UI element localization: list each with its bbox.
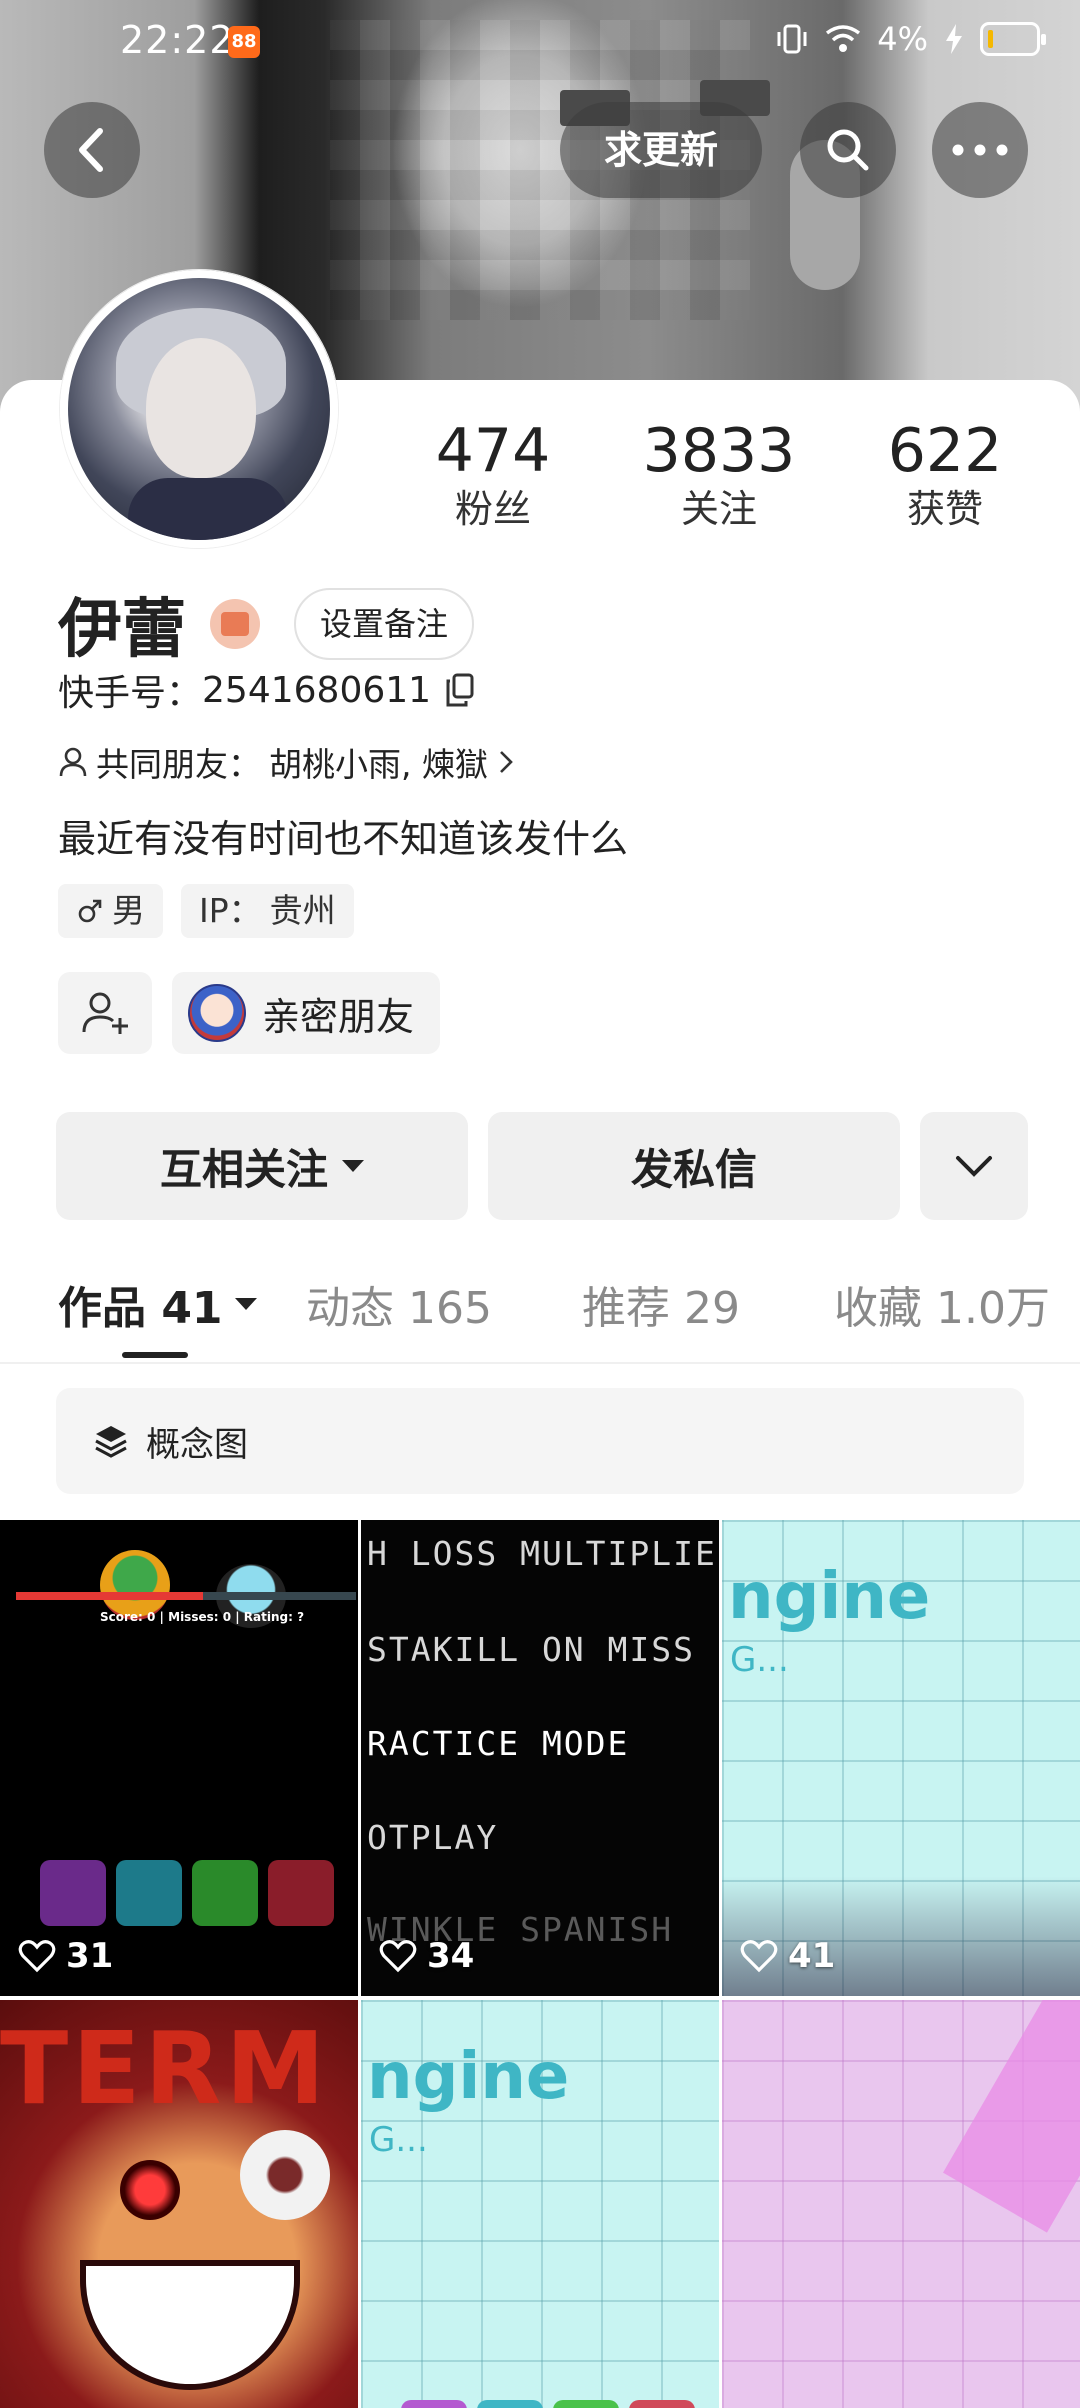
tab-recommended[interactable]: 推荐 29 [582, 1272, 740, 1336]
video-tile[interactable] [722, 2000, 1080, 2408]
kuaishou-id-label: 快手号： [58, 673, 203, 714]
tile-text-line: OTPLAY [367, 1818, 499, 1857]
stat-likes[interactable]: 622 获赞 [832, 418, 1058, 534]
stat-value: 622 [887, 416, 1003, 486]
stat-label: 获赞 [906, 487, 983, 531]
status-bar: 22:22 88 4% [0, 0, 1080, 84]
add-friend-button[interactable] [58, 972, 152, 1054]
tile-text-line: STAKILL ON MISS [367, 1630, 696, 1669]
ip-label: IP： [199, 891, 262, 930]
stat-label: 关注 [680, 487, 757, 531]
kuaishou-id: 2541680611 [202, 669, 432, 711]
layers-icon [95, 1426, 127, 1458]
gender-tag: 男 [58, 884, 163, 938]
dropdown-triangle-icon [342, 1160, 364, 1172]
tab-favorites[interactable]: 收藏 1.0万 [834, 1272, 1050, 1336]
kuaishou-id-row: 快手号： 2541680611 [58, 664, 475, 716]
divider [0, 1362, 1080, 1364]
stat-following[interactable]: 3833 关注 [606, 418, 832, 534]
video-tile[interactable]: ngine G... 41 [722, 1520, 1080, 1996]
tile-likes: 41 [740, 1936, 835, 1976]
gender-text: 男 [112, 891, 145, 930]
add-person-icon [82, 992, 128, 1034]
heart-icon [740, 1940, 778, 1973]
status-time: 22:22 [120, 18, 235, 62]
tab-moments[interactable]: 动态 165 [306, 1272, 492, 1336]
profile-bio: 最近有没有时间也不知道该发什么 [58, 817, 629, 861]
level-badge-icon[interactable] [210, 599, 260, 649]
tile-text-line: H LOSS MULTIPLIER [367, 1534, 719, 1573]
likes-count: 34 [427, 1936, 475, 1976]
friend-row: 亲密朋友 [58, 972, 441, 1054]
app-notification-icon: 88 [228, 26, 260, 58]
tile-likes: 34 [379, 1936, 474, 1976]
video-tile[interactable]: TERM [0, 2000, 358, 2408]
search-icon [827, 129, 869, 171]
copy-icon[interactable] [445, 673, 475, 707]
tile-title: TERM [0, 2010, 330, 2127]
battery-percent: 4% [877, 20, 928, 58]
tab-label: 作品 41 [58, 1283, 223, 1334]
stat-followers[interactable]: 474 粉丝 [380, 418, 606, 534]
tile-score-text: Score: 0 | Misses: 0 | Rating: ? [100, 1610, 305, 1624]
mutual-friends-label: 共同朋友： [96, 745, 261, 784]
person-icon [59, 747, 87, 777]
expand-button[interactable] [920, 1112, 1028, 1220]
name-row: 伊蕾 设置备注 [58, 578, 475, 670]
heart-icon [18, 1940, 56, 1973]
tile-subtitle: G... [369, 2120, 428, 2160]
profile-tags: 男 IP： 贵州 [58, 884, 354, 938]
video-tile[interactable]: Score: 0 | Misses: 0 | Rating: ? 31 [0, 1520, 358, 1996]
close-friend-button[interactable]: 亲密朋友 [172, 972, 441, 1054]
stat-label: 粉丝 [454, 487, 531, 531]
close-friend-label: 亲密朋友 [262, 994, 415, 1039]
set-remark-button[interactable]: 设置备注 [294, 588, 475, 660]
mutual-friends-row[interactable]: 共同朋友： 胡桃小雨, 煉獄 [58, 738, 516, 786]
more-dots-icon [952, 144, 1008, 156]
search-button[interactable] [800, 102, 896, 198]
content-tabs: 作品 41 动态 165 推荐 29 收藏 1.0万 [58, 1272, 1068, 1362]
follow-label: 互相关注 [159, 1144, 328, 1194]
vibrate-icon [777, 24, 807, 54]
close-friend-avatar [188, 984, 246, 1042]
tile-title: ngine [367, 2040, 570, 2114]
action-buttons: 互相关注 发私信 [56, 1112, 1028, 1220]
back-arrow-icon [79, 128, 103, 172]
ip-location: 贵州 [269, 891, 336, 930]
likes-count: 31 [66, 1936, 114, 1976]
tile-text-line: RACTICE MODE [367, 1724, 630, 1763]
tile-likes: 31 [18, 1936, 113, 1976]
mutual-friends-names: 胡桃小雨, 煉獄 [269, 745, 488, 784]
profile-stats: 474 粉丝 3833 关注 622 获赞 [380, 418, 1060, 534]
collection-label: 概念图 [146, 1424, 248, 1465]
back-button[interactable] [44, 102, 140, 198]
ip-tag: IP： 贵州 [181, 884, 354, 938]
dropdown-triangle-icon [234, 1298, 257, 1310]
battery-icon [980, 22, 1046, 56]
mutual-follow-button[interactable]: 互相关注 [56, 1112, 468, 1220]
tab-works[interactable]: 作品 41 [58, 1272, 257, 1336]
profile-name: 伊蕾 [58, 593, 186, 667]
active-tab-indicator [122, 1352, 188, 1358]
more-options-button[interactable] [932, 102, 1028, 198]
collection-entry[interactable]: 概念图 [56, 1388, 1024, 1494]
send-message-button[interactable]: 发私信 [488, 1112, 900, 1220]
stat-value: 474 [435, 416, 551, 486]
likes-count: 41 [788, 1936, 836, 1976]
avatar[interactable] [60, 270, 338, 548]
video-tile[interactable]: H LOSS MULTIPLIER STAKILL ON MISS RACTIC… [361, 1520, 719, 1996]
video-tile[interactable]: ngine G... [361, 2000, 719, 2408]
male-icon [78, 899, 102, 923]
wifi-icon [826, 25, 861, 52]
chevron-right-icon [500, 751, 513, 773]
tile-title: ngine [728, 1560, 931, 1634]
chevron-down-icon [956, 1156, 992, 1177]
charging-icon [946, 24, 962, 54]
request-update-button[interactable]: 求更新 [560, 102, 763, 198]
heart-icon [379, 1940, 417, 1973]
stat-value: 3833 [642, 416, 796, 486]
tile-subtitle: G... [730, 1640, 789, 1680]
